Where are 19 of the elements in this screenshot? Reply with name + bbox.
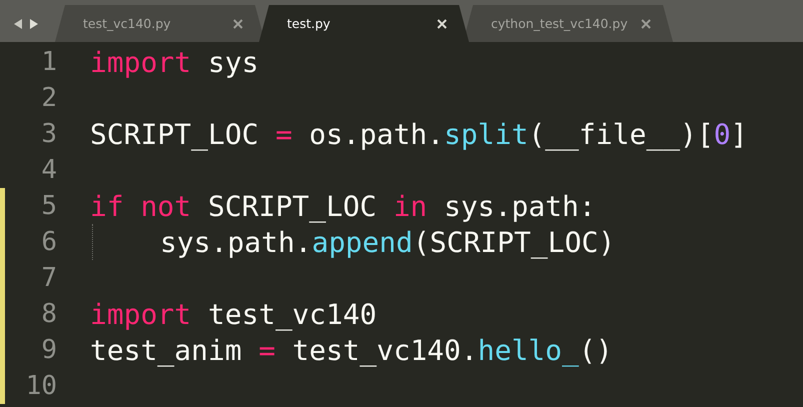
- line-number: 3: [40, 119, 57, 149]
- line-number: 8: [40, 299, 57, 329]
- code-line: if not SCRIPT_LOC in sys.path:: [90, 190, 596, 222]
- code-line: import sys: [90, 46, 259, 78]
- line-number: 9: [40, 335, 57, 365]
- line-number: 7: [40, 263, 57, 293]
- code-line: SCRIPT_LOC = os.path.split(__file__)[0]: [90, 118, 748, 150]
- code-line: test_anim = test_vc140.hello_(): [90, 334, 613, 366]
- code-line: import test_vc140: [90, 298, 377, 330]
- forward-arrow-icon[interactable]: [29, 18, 39, 30]
- editor-tab[interactable]: test.py: [259, 5, 469, 42]
- line-number: 2: [40, 83, 57, 113]
- line-number: 10: [24, 371, 57, 401]
- line-number: 5: [40, 191, 57, 221]
- line-number: 4: [40, 155, 57, 185]
- code-line: sys.path.append(SCRIPT_LOC): [160, 226, 616, 258]
- line-number: 1: [40, 47, 57, 77]
- line-number: 6: [40, 227, 57, 257]
- back-arrow-icon[interactable]: [13, 18, 23, 30]
